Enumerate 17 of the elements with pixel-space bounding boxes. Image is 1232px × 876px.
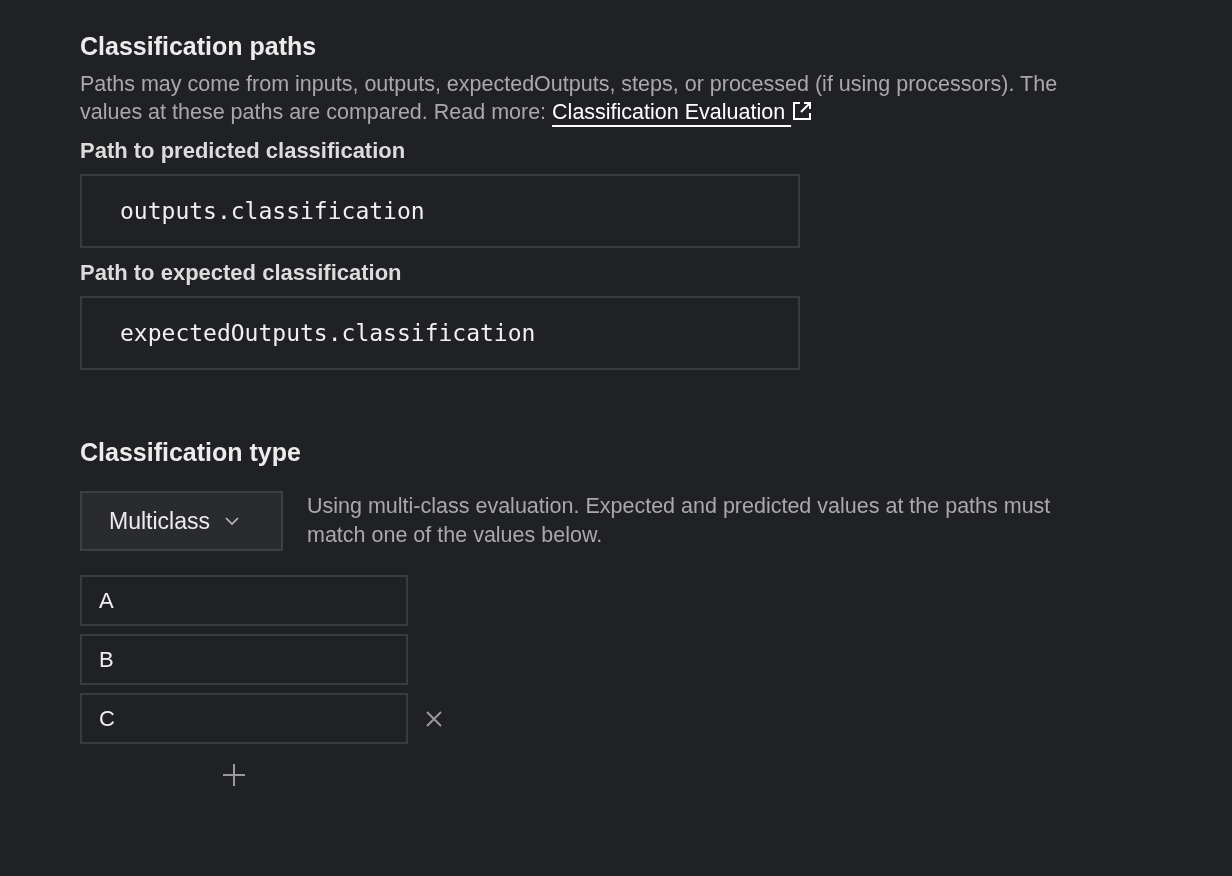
section-title: Classification paths xyxy=(80,31,318,62)
value-input[interactable]: A xyxy=(80,575,408,626)
field-label: Path to predicted classification xyxy=(80,137,407,165)
remove-button[interactable] xyxy=(425,709,443,728)
path-input[interactable]: expectedOutputs.classification xyxy=(80,296,800,370)
value-input[interactable]: C xyxy=(80,693,408,744)
type-description: Using multi-class evaluation. Expected and predicted values at the paths must match one of the values below. xyxy=(307,493,1052,549)
description-text: Paths may come from inputs, outputs, expectedOutputs, steps, or processed (if using processors). The values at these paths are compared. Read more: Classification Evaluation xyxy=(80,71,1059,126)
value-input[interactable]: B xyxy=(80,634,408,685)
chevron-down-icon xyxy=(223,516,240,526)
add-button[interactable] xyxy=(223,764,245,786)
type-dropdown[interactable]: Multiclass xyxy=(80,491,283,551)
section-title: Classification type xyxy=(80,437,302,468)
documentation-link[interactable]: Classification Evaluation xyxy=(552,100,814,124)
field-label: Path to expected classification xyxy=(80,259,403,287)
path-input[interactable]: outputs.classification xyxy=(80,174,800,248)
external-link-icon xyxy=(791,100,814,122)
